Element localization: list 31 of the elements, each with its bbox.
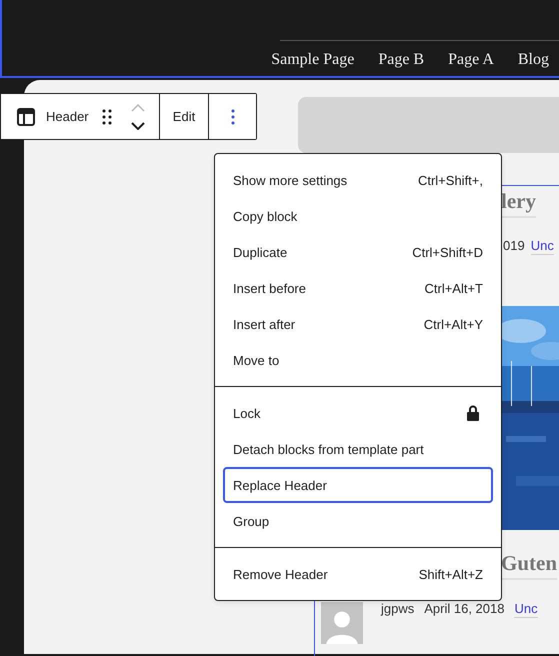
menu-item[interactable]: Insert after Ctrl+Alt+Y: [223, 306, 493, 342]
menu-item[interactable]: Insert before Ctrl+Alt+T: [223, 270, 493, 306]
menu-item[interactable]: Replace Header: [223, 467, 493, 503]
category-link[interactable]: Unc: [530, 237, 554, 255]
nav-link[interactable]: Page B: [378, 50, 424, 70]
block-label: Header: [46, 109, 89, 124]
category-link[interactable]: Unc: [514, 600, 538, 618]
menu-item[interactable]: Copy block: [223, 198, 493, 234]
nav-link[interactable]: Page A: [448, 50, 494, 70]
menu-item[interactable]: Group: [223, 503, 493, 539]
chevron-down-icon[interactable]: [130, 122, 145, 130]
more-icon: [230, 108, 234, 124]
keyboard-shortcut: Ctrl+Shift+,: [418, 172, 483, 188]
nav-link[interactable]: Blog: [518, 50, 549, 70]
lock-icon: [467, 405, 479, 421]
menu-item[interactable]: Move to: [223, 342, 493, 378]
post-author: jgpws: [381, 600, 414, 617]
keyboard-shortcut: Ctrl+Alt+T: [424, 280, 483, 296]
keyboard-shortcut: Shift+Alt+Z: [418, 566, 483, 582]
keyboard-shortcut: Ctrl+Shift+D: [412, 244, 483, 260]
menu-item[interactable]: Show more settings Ctrl+Shift+,: [223, 162, 493, 198]
post-date: April 16, 2018: [424, 600, 504, 617]
menu-item[interactable]: Remove Header Shift+Alt+Z: [223, 556, 493, 592]
keyboard-shortcut: Ctrl+Alt+Y: [424, 316, 483, 332]
nav-link[interactable]: Sample Page: [271, 50, 354, 70]
drag-handle-icon[interactable]: [102, 108, 112, 124]
menu-item[interactable]: Lock: [223, 395, 493, 431]
post-date: 019: [503, 237, 525, 255]
menu-item[interactable]: Duplicate Ctrl+Shift+D: [223, 234, 493, 270]
menu-item[interactable]: Detach blocks from template part: [223, 431, 493, 467]
layout-icon[interactable]: [17, 108, 35, 126]
